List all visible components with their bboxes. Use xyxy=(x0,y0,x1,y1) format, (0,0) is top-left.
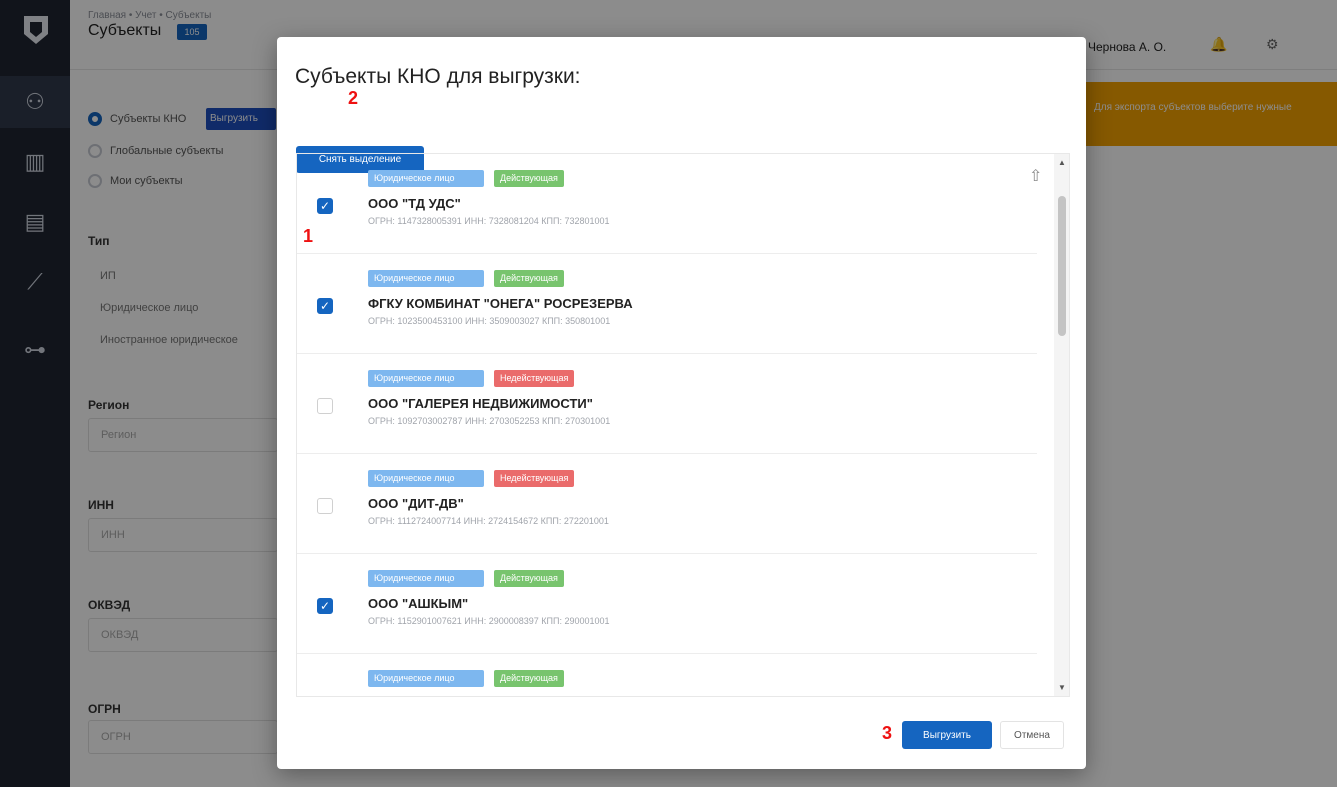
subject-meta: ОГРН: 1092703002787 ИНН: 2703052253 КПП:… xyxy=(368,416,611,426)
status-tag: Действующая xyxy=(494,570,564,587)
type-tag: Юридическое лицо xyxy=(368,670,484,687)
status-tag: Недействующая xyxy=(494,370,575,387)
type-tag: Юридическое лицо xyxy=(368,470,484,487)
item-checkbox[interactable]: ✓ xyxy=(317,298,333,314)
item-checkbox[interactable]: ✓ xyxy=(317,198,333,214)
list-item[interactable]: Юридическое лицо Действующая xyxy=(297,654,1037,696)
subject-name: ФГКУ КОМБИНАТ "ОНЕГА" РОСРЕЗЕРВА xyxy=(368,296,633,311)
subject-meta: ОГРН: 1112724007714 ИНН: 2724154672 КПП:… xyxy=(368,516,609,526)
scroll-to-top-icon[interactable]: ⇧ xyxy=(1029,166,1042,186)
list-item[interactable]: Юридическое лицо Недействующая ООО "ДИТ-… xyxy=(297,454,1037,554)
subject-name: ООО "ГАЛЕРЕЯ НЕДВИЖИМОСТИ" xyxy=(368,396,593,411)
type-tag: Юридическое лицо xyxy=(368,270,484,287)
type-tag: Юридическое лицо xyxy=(368,170,484,187)
annotation-three: 3 xyxy=(882,723,893,743)
cancel-button[interactable]: Отмена xyxy=(1000,721,1064,749)
subject-name: ООО "ДИТ-ДВ" xyxy=(368,496,464,511)
subject-meta: ОГРН: 1147328005391 ИНН: 7328081204 КПП:… xyxy=(368,216,610,226)
scroll-up-arrow-icon[interactable]: ▲ xyxy=(1058,158,1066,167)
status-tag: Действующая xyxy=(494,670,564,687)
status-tag: Действующая xyxy=(494,170,564,187)
scroll-down-arrow-icon[interactable]: ▼ xyxy=(1058,683,1066,692)
status-tag: Недействующая xyxy=(494,470,575,487)
subjects-list: Юридическое лицо Действующая ✓ ООО "ТД У… xyxy=(296,153,1070,697)
item-checkbox[interactable] xyxy=(317,398,333,414)
scrollbar-thumb[interactable] xyxy=(1058,196,1066,336)
list-item[interactable]: Юридическое лицо Действующая ✓ ООО "ТД У… xyxy=(297,154,1037,254)
annotation-two: 2 xyxy=(348,88,359,108)
type-tag: Юридическое лицо xyxy=(368,370,484,387)
item-checkbox[interactable] xyxy=(317,498,333,514)
annotation-one: 1 xyxy=(303,226,314,246)
subject-name: ООО "ТД УДС" xyxy=(368,196,461,211)
modal-title: Субъекты КНО для выгрузки: xyxy=(295,65,581,88)
scrollbar[interactable]: ▲ ▼ xyxy=(1054,154,1069,696)
subject-name: ООО "АШКЫМ" xyxy=(368,596,469,611)
list-item[interactable]: Юридическое лицо Действующая ✓ ФГКУ КОМБ… xyxy=(297,254,1037,354)
status-tag: Действующая xyxy=(494,270,564,287)
list-item[interactable]: Юридическое лицо Действующая ✓ ООО "АШКЫ… xyxy=(297,554,1037,654)
export-submit-button[interactable]: Выгрузить xyxy=(902,721,992,749)
item-checkbox[interactable]: ✓ xyxy=(317,598,333,614)
type-tag: Юридическое лицо xyxy=(368,570,484,587)
subject-meta: ОГРН: 1023500453100 ИНН: 3509003027 КПП:… xyxy=(368,316,611,326)
list-item[interactable]: Юридическое лицо Недействующая ООО "ГАЛЕ… xyxy=(297,354,1037,454)
export-modal: Субъекты КНО для выгрузки: 2 Снять выдел… xyxy=(277,37,1086,769)
subject-meta: ОГРН: 1152901007621 ИНН: 2900008397 КПП:… xyxy=(368,616,610,626)
